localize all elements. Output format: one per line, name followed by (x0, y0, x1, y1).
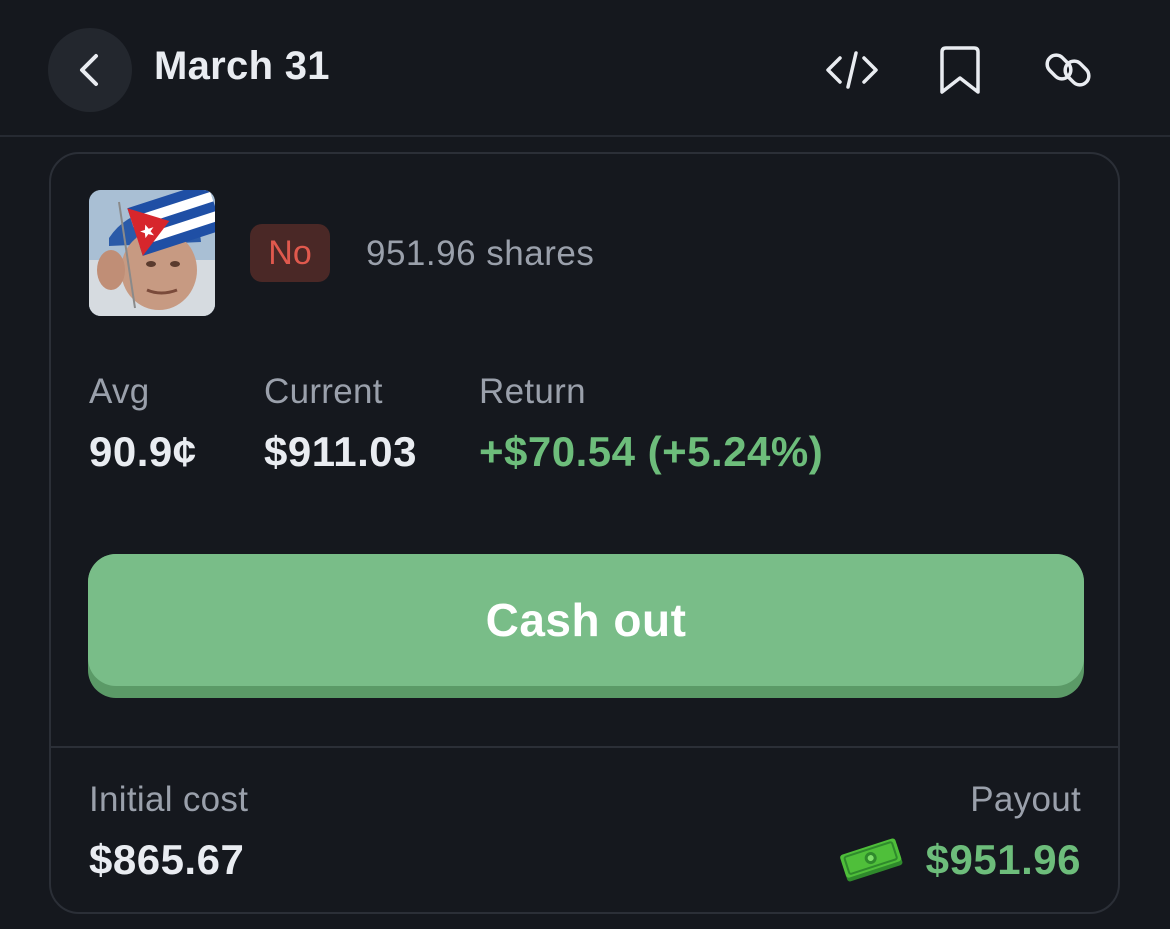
copy-link-button[interactable] (1038, 40, 1098, 100)
avg-label: Avg (89, 372, 150, 411)
top-bar: March 31 (0, 0, 1170, 137)
payout-label: Payout (970, 780, 1081, 819)
current-label: Current (264, 372, 383, 411)
money-icon (840, 838, 903, 882)
position-card: No 951.96 shares Avg 90.9¢ Current $911.… (49, 152, 1120, 914)
return-label: Return (479, 372, 586, 411)
back-button[interactable] (48, 28, 132, 112)
payout-value: $951.96 (925, 836, 1081, 883)
page-title: March 31 (154, 44, 330, 88)
chevron-left-icon (80, 54, 98, 86)
initial-cost-value: $865.67 (89, 836, 245, 883)
avg-value: 90.9¢ (89, 428, 197, 475)
bookmark-button[interactable] (930, 40, 990, 100)
market-image (89, 190, 215, 316)
code-icon (826, 51, 878, 89)
link-icon (1045, 53, 1091, 87)
embed-code-button[interactable] (822, 40, 882, 100)
divider (51, 746, 1118, 748)
shares-count: 951.96 shares (366, 234, 595, 273)
cash-out-button[interactable]: Cash out (88, 554, 1084, 698)
return-value: +$70.54 (+5.24%) (479, 428, 824, 475)
outcome-badge: No (250, 224, 330, 282)
current-value: $911.03 (264, 428, 418, 475)
market-thumbnail[interactable] (89, 190, 215, 316)
bookmark-icon (940, 46, 980, 94)
cash-out-label: Cash out (88, 554, 1084, 686)
initial-cost-label: Initial cost (89, 780, 249, 819)
